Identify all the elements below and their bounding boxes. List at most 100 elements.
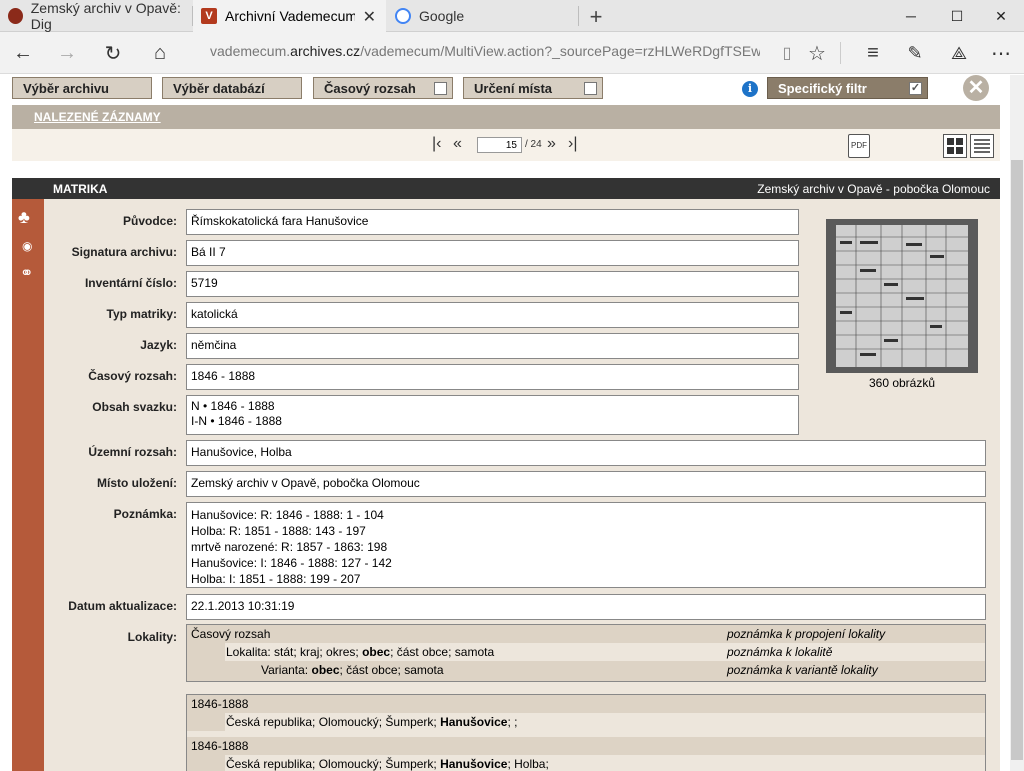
urceni-mista-checkbox[interactable] xyxy=(584,82,597,95)
record-archive: Zemský archiv v Opavě - pobočka Olomouc xyxy=(757,182,990,196)
filter-bar: Výběr archivu Výběr databází Časový rozs… xyxy=(0,75,1010,103)
casovy-rozsah-checkbox[interactable] xyxy=(434,82,447,95)
tab-title: Zemský archiv v Opavě: Dig xyxy=(30,0,181,32)
images-count: 360 obrázků xyxy=(868,376,936,390)
refresh-icon[interactable]: ↻ xyxy=(98,38,128,68)
obsah-label: Obsah svazku: xyxy=(92,400,177,414)
tab-google[interactable]: Google xyxy=(387,0,578,32)
record-panel: MATRIKA Zemský archiv v Opavě - pobočka … xyxy=(12,178,1000,771)
reading-view-icon[interactable]: ▯ xyxy=(772,38,802,68)
nalezene-zaznamy-bar: NALEZENÉ ZÁZNAMY xyxy=(12,105,1000,129)
signatura-label: Signatura archivu: xyxy=(71,245,177,259)
lokalita-range-text: 1846-1888 xyxy=(191,739,249,753)
casovy-value: 1846 - 1888 xyxy=(186,364,799,390)
web-note-icon[interactable]: ✎ xyxy=(900,38,930,68)
last-page-icon[interactable]: ›| xyxy=(568,135,577,153)
forward-arrow-icon[interactable]: → xyxy=(52,38,82,68)
vademecum-favicon-icon: V xyxy=(201,8,217,24)
misto-value: Zemský archiv v Opavě, pobočka Olomouc xyxy=(186,471,986,497)
legend-text: ; část obce; samota xyxy=(339,663,444,677)
next-page-icon[interactable]: » xyxy=(547,135,556,153)
casovy-label: Časový rozsah: xyxy=(88,369,177,383)
close-filter-icon[interactable]: ✕ xyxy=(963,75,989,101)
list-view-icon xyxy=(974,139,990,153)
lokalita-text: ; Holba; xyxy=(507,757,549,771)
nalezene-zaznamy-link[interactable]: NALEZENÉ ZÁZNAMY xyxy=(34,110,161,124)
archive-favicon-icon xyxy=(8,8,23,24)
button-label: Výběr databází xyxy=(173,81,265,96)
typ-label: Typ matriky: xyxy=(106,307,177,321)
pdf-export-button[interactable]: PDF xyxy=(848,134,870,158)
new-tab-button[interactable]: + xyxy=(584,4,608,30)
page-number-input[interactable] xyxy=(477,137,522,153)
button-label: Časový rozsah xyxy=(324,81,416,96)
legend-note: poznámka k variantě lokality xyxy=(727,663,878,677)
lokalita-text: ; ; xyxy=(507,715,518,729)
legend-bold: obec xyxy=(311,663,340,677)
legend-text: Časový rozsah xyxy=(191,627,271,641)
button-label: Určení místa xyxy=(474,81,553,96)
lokality-label: Lokality: xyxy=(127,630,177,644)
hub-icon[interactable]: ≡ xyxy=(858,38,888,68)
specificky-filtr-checkbox[interactable]: ✓ xyxy=(909,82,922,95)
specificky-filtr-button[interactable]: Specifický filtr ✓ xyxy=(767,77,928,99)
first-page-icon[interactable]: |‹ xyxy=(432,135,441,153)
lokalita-range: 1846-1888 xyxy=(187,737,985,755)
lokalita-text: Česká republika; Olomoucký; Šumperk; xyxy=(226,715,441,729)
lokalita-text: Česká republika; Olomoucký; Šumperk; xyxy=(226,757,441,771)
lokality-legend-row: Lokalita: stát; kraj; okres; obec; část … xyxy=(225,643,985,661)
puvodce-value: Římskokatolická fara Hanušovice xyxy=(186,209,799,235)
grid-view-icon xyxy=(947,138,963,154)
minimize-button[interactable]: ─ xyxy=(888,0,934,32)
obsah-value: N • 1846 - 1888 I-N • 1846 - 1888 xyxy=(186,395,799,435)
page-total: / 24 xyxy=(525,139,542,150)
url-field[interactable]: vademecum.archives.cz/vademecum/MultiVie… xyxy=(210,43,760,59)
lokality-list: 1846-1888 Česká republika; Olomoucký; Šu… xyxy=(186,694,986,771)
lokalita-range-text: 1846-1888 xyxy=(191,697,249,711)
pager: |‹ « / 24 » ›| PDF xyxy=(12,129,1000,161)
vyber-databazi-button[interactable]: Výběr databází xyxy=(162,77,302,99)
urceni-mista-button[interactable]: Určení místa xyxy=(463,77,603,99)
scan-thumbnail[interactable] xyxy=(826,219,978,373)
lokality-legend: Časový rozsah poznámka k propojení lokal… xyxy=(186,624,986,682)
tab-bar: Zemský archiv v Opavě: Dig V Archivní Va… xyxy=(0,0,1024,32)
lokalita-range: 1846-1888 xyxy=(187,695,985,713)
tab-zemsky-archiv[interactable]: Zemský archiv v Opavě: Dig xyxy=(0,0,192,32)
back-arrow-icon[interactable]: ← xyxy=(8,38,38,68)
close-window-button[interactable]: ✕ xyxy=(978,0,1024,32)
datum-label: Datum aktualizace: xyxy=(68,599,177,613)
home-icon[interactable]: ⌂ xyxy=(145,38,175,68)
list-view-button[interactable] xyxy=(970,134,994,158)
signatura-value: Bá II 7 xyxy=(186,240,799,266)
poznamka-value: Hanušovice: R: 1846 - 1888: 1 - 104 Holb… xyxy=(186,502,986,588)
button-label: Výběr archivu xyxy=(23,81,109,96)
page-content: Výběr archivu Výběr databází Časový rozs… xyxy=(0,75,1010,771)
casovy-rozsah-button[interactable]: Časový rozsah xyxy=(313,77,453,99)
puvodce-label: Původce: xyxy=(122,214,177,228)
button-label: Specifický filtr xyxy=(778,81,867,96)
jazyk-value: němčina xyxy=(186,333,799,359)
scrollbar-thumb[interactable] xyxy=(1011,160,1023,760)
info-icon[interactable]: i xyxy=(742,81,758,97)
tab-vademecum[interactable]: V Archivní Vademecum ZA ✕ xyxy=(193,0,386,32)
vyber-archivu-button[interactable]: Výběr archivu xyxy=(12,77,152,99)
favorite-star-icon[interactable]: ☆ xyxy=(802,38,832,68)
share-icon[interactable]: ⟁ xyxy=(944,38,974,68)
lokalita-bold: Hanušovice xyxy=(440,715,508,729)
legend-note: poznámka k lokalitě xyxy=(727,645,833,659)
grid-view-button[interactable] xyxy=(943,134,967,158)
inventarni-value: 5719 xyxy=(186,271,799,297)
uzemni-value: Hanušovice, Holba xyxy=(186,440,986,466)
close-tab-icon[interactable]: ✕ xyxy=(363,7,376,27)
lokalita-row: Česká republika; Olomoucký; Šumperk; Han… xyxy=(225,755,985,771)
record-header: MATRIKA Zemský archiv v Opavě - pobočka … xyxy=(12,178,1000,199)
legend-bold: obec xyxy=(362,645,391,659)
address-bar-row: ← → ↻ ⌂ vademecum.archives.cz/vademecum/… xyxy=(0,32,1024,74)
lokalita-bold: Hanušovice xyxy=(440,757,508,771)
more-icon[interactable]: ⋯ xyxy=(986,38,1016,68)
lokality-legend-row: Časový rozsah poznámka k propojení lokal… xyxy=(187,625,985,643)
maximize-button[interactable]: ☐ xyxy=(934,0,980,32)
prev-page-icon[interactable]: « xyxy=(453,135,462,153)
legend-text: ; část obce; samota xyxy=(390,645,495,659)
typ-value: katolická xyxy=(186,302,799,328)
